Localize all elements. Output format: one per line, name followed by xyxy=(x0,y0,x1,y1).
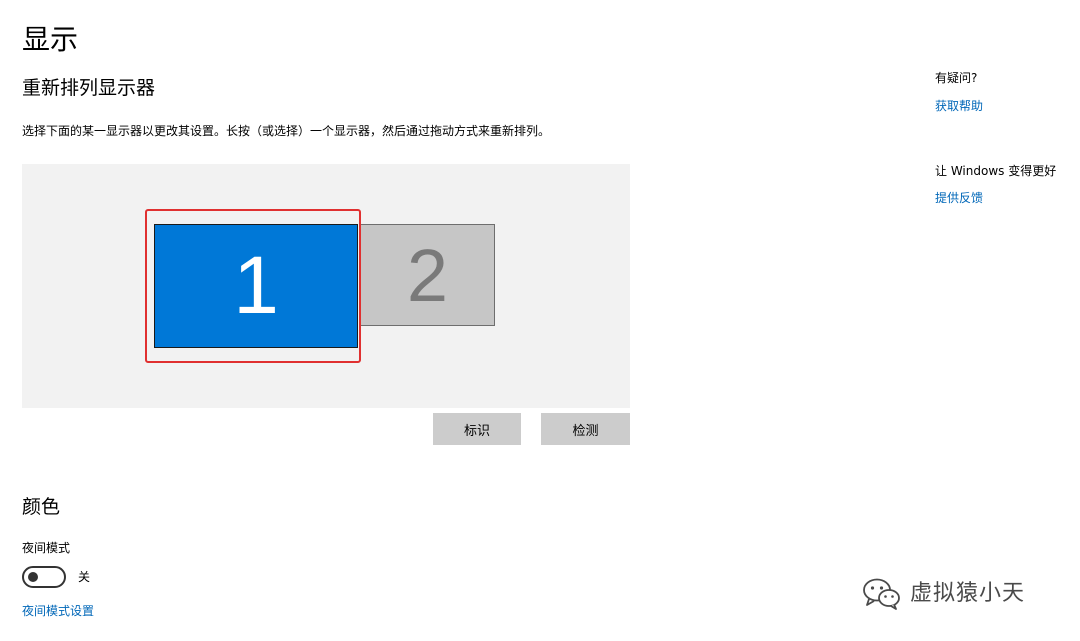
give-feedback-link[interactable]: 提供反馈 xyxy=(935,190,983,206)
wechat-icon xyxy=(862,577,902,611)
color-section-title: 颜色 xyxy=(22,496,61,518)
help-title: 有疑问? xyxy=(935,71,978,85)
watermark: 虚拟猿小天 xyxy=(862,577,1025,611)
monitor-1[interactable]: 1 xyxy=(154,224,358,348)
detect-button[interactable]: 检测 xyxy=(541,413,630,445)
night-light-label: 夜间模式 xyxy=(22,541,71,555)
identify-button[interactable]: 标识 xyxy=(433,413,521,445)
toggle-knob xyxy=(28,572,38,582)
monitor-2-label: 2 xyxy=(406,233,449,317)
monitor-1-label: 1 xyxy=(233,240,279,331)
night-light-toggle[interactable] xyxy=(22,566,66,588)
page-title: 显示 xyxy=(22,23,79,56)
feedback-title: 让 Windows 变得更好 xyxy=(935,164,1057,178)
night-light-settings-link[interactable]: 夜间模式设置 xyxy=(22,603,94,619)
display-arrangement-area[interactable]: 2 1 xyxy=(22,164,630,408)
rearrange-description: 选择下面的某一显示器以更改其设置。长按（或选择）一个显示器，然后通过拖动方式来重… xyxy=(22,124,551,138)
get-help-link[interactable]: 获取帮助 xyxy=(935,98,983,114)
night-light-state: 关 xyxy=(78,570,91,584)
rearrange-displays-title: 重新排列显示器 xyxy=(22,77,156,99)
watermark-text: 虚拟猿小天 xyxy=(910,581,1026,606)
monitor-2[interactable]: 2 xyxy=(360,224,495,326)
